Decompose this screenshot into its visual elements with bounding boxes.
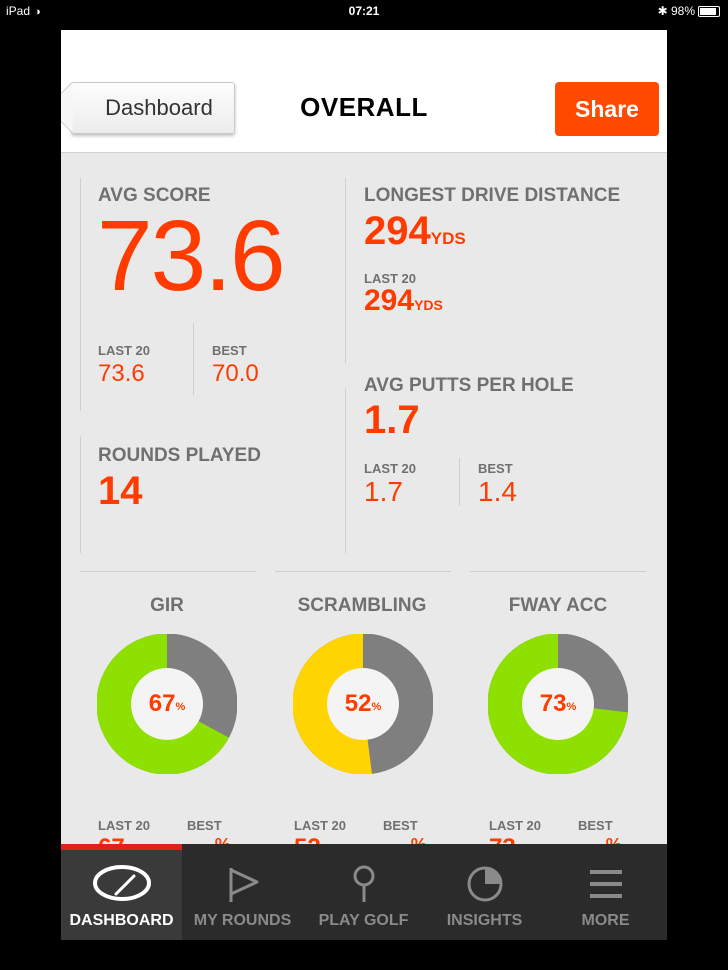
- tab-insights[interactable]: INSIGHTS: [424, 844, 545, 940]
- divider: [345, 388, 346, 553]
- divider: [80, 436, 81, 553]
- rounds-played-label: ROUNDS PLAYED: [98, 445, 261, 466]
- golf-tee-icon: [353, 865, 374, 902]
- avg-putts-last20-label: LAST 20: [364, 461, 417, 476]
- fway-acc-percentage: 73%: [539, 690, 577, 717]
- rounds-played-value: 14: [98, 469, 143, 513]
- divider: [459, 458, 460, 506]
- avg-score-best-label: BEST: [212, 343, 247, 358]
- battery-status: ✱ 98%: [658, 4, 720, 18]
- avg-score-last20-label: LAST 20: [98, 343, 151, 358]
- bluetooth-icon: ✱: [657, 4, 668, 18]
- gir-best-label: BEST: [187, 818, 222, 833]
- gir-title: GIR: [150, 595, 184, 616]
- stats-panel: AVG SCORE 73.6 LAST 20 73.6 BEST 70.0 RO…: [61, 153, 667, 861]
- tab-my-rounds[interactable]: MY ROUNDS: [182, 844, 303, 940]
- scrambling-last20-label: LAST 20: [294, 818, 347, 833]
- avg-putts-label: AVG PUTTS PER HOLE: [364, 375, 574, 396]
- scrambling-ring: 52%: [292, 633, 434, 775]
- flag-icon: [229, 868, 258, 902]
- avg-putts-best-value: 1.4: [478, 476, 517, 507]
- tab-bar: DASHBOARD MY ROUNDS PLAY GOLF INSIGHTS M…: [61, 844, 667, 940]
- longest-drive-value: 294YDS: [364, 209, 466, 253]
- fway-acc-last20-label: LAST 20: [489, 818, 542, 833]
- scrambling-percentage: 52%: [344, 690, 382, 717]
- avg-score-last20-value: 73.6: [98, 360, 145, 387]
- avg-score-value: 73.6: [97, 200, 286, 312]
- divider: [80, 571, 256, 572]
- avg-score-best-value: 70.0: [212, 360, 259, 387]
- divider: [80, 178, 81, 411]
- divider: [345, 178, 346, 363]
- divider: [470, 571, 646, 572]
- active-indicator: [61, 844, 182, 850]
- nav-bar: Dashboard OVERALL Share: [61, 30, 667, 153]
- tab-play-golf[interactable]: PLAY GOLF: [303, 844, 424, 940]
- speedometer-icon: [92, 865, 151, 901]
- fway-acc-ring: 73%: [487, 633, 629, 775]
- battery-icon: [698, 6, 720, 18]
- fway-acc-title: FWAY ACC: [508, 595, 608, 616]
- clock: 07:21: [348, 4, 380, 18]
- longest-drive-last20-value: 294YDS: [364, 284, 443, 317]
- menu-icon: [589, 870, 622, 898]
- avg-putts-last20-value: 1.7: [364, 476, 403, 507]
- tab-more[interactable]: MORE: [545, 844, 666, 940]
- divider: [193, 323, 194, 395]
- app-screen: Dashboard OVERALL Share AVG SCORE 73.6 L…: [61, 30, 667, 940]
- gir-last20-label: LAST 20: [98, 818, 151, 833]
- scrambling-best-label: BEST: [383, 818, 418, 833]
- scrambling-title: SCRAMBLING: [297, 595, 427, 616]
- divider: [275, 571, 451, 572]
- status-bar: iPad ◑ 07:21 ✱ 98%: [0, 0, 728, 22]
- gir-ring: 67%: [96, 633, 238, 775]
- gir-percentage: 67%: [148, 690, 186, 717]
- longest-drive-label: LONGEST DRIVE DISTANCE: [364, 185, 621, 206]
- tab-dashboard[interactable]: DASHBOARD: [61, 844, 182, 940]
- avg-putts-best-label: BEST: [478, 461, 513, 476]
- fway-acc-best-label: BEST: [578, 818, 613, 833]
- share-button[interactable]: Share: [555, 82, 659, 136]
- avg-putts-value: 1.7: [364, 398, 420, 442]
- pie-icon: [467, 866, 502, 902]
